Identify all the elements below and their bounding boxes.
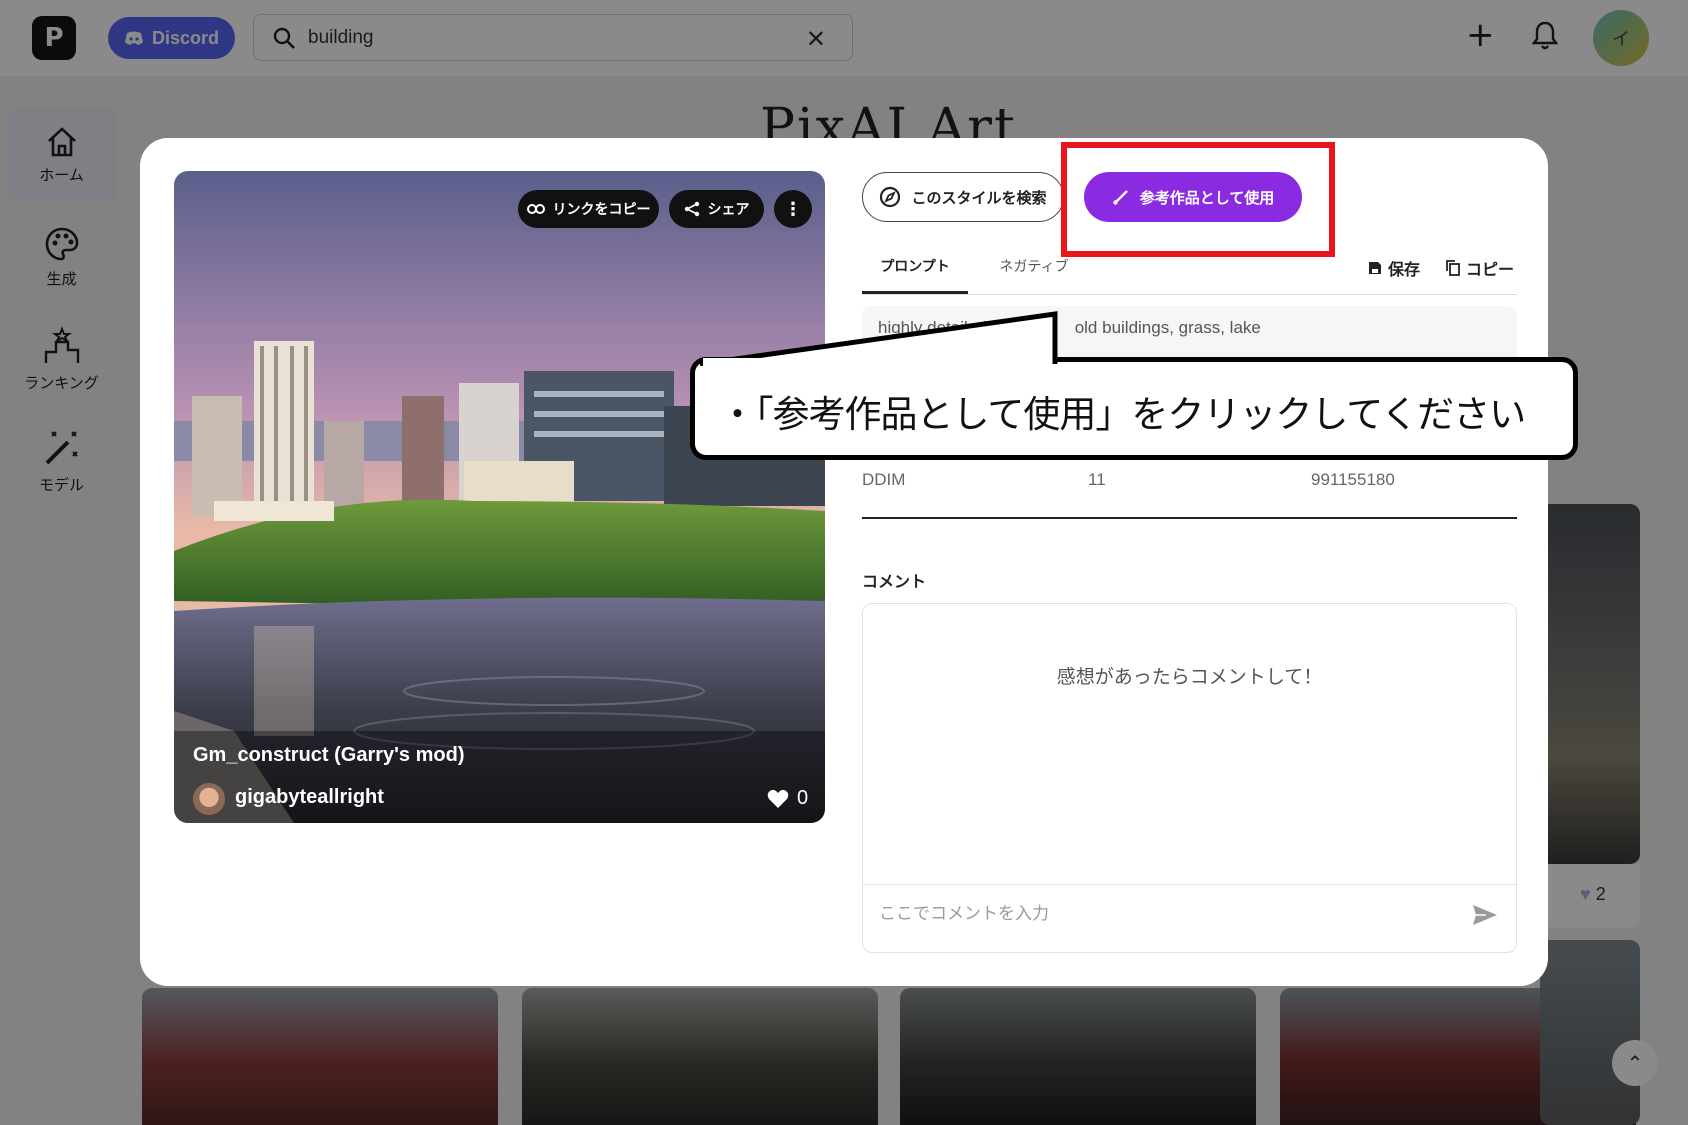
heart-icon [767, 789, 789, 808]
save-label: 保存 [1388, 260, 1421, 279]
copy-link-button[interactable]: リンクをコピー [518, 190, 659, 228]
save-icon [1369, 262, 1381, 274]
annotation-callout-pointer [700, 311, 1058, 366]
param-steps: 11 [1088, 470, 1106, 489]
save-prompt-button[interactable]: 保存 [1368, 256, 1420, 280]
compass-icon [880, 186, 901, 208]
comments-panel: 感想があったらコメントして！ [862, 603, 1517, 953]
artwork-title: Gm_construct (Garry's mod) [193, 744, 465, 766]
annotation-callout-text: ・「参考作品として使用」をクリックしてください [719, 393, 1526, 436]
param-sampler: DDIM [862, 470, 906, 489]
artwork-detail-modal: リンクをコピー シェア ⋮ Gm_construct (Garry's mod)… [140, 138, 1548, 986]
comments-heading: コメント [862, 572, 927, 591]
share-button[interactable]: シェア [669, 190, 764, 228]
search-this-style-button[interactable]: このスタイルを検索 [862, 172, 1064, 222]
comment-input[interactable] [879, 894, 1439, 934]
search-style-label: このスタイルを検索 [911, 188, 1047, 207]
like-button[interactable]: 0 [767, 787, 808, 810]
annotation-highlight-box [1061, 142, 1335, 257]
prompt-text-end: old buildings, grass, lake [1074, 318, 1261, 337]
comments-empty-message: 感想があったらコメントして！ [1056, 666, 1323, 688]
tab-prompt[interactable]: プロンプト [862, 256, 968, 294]
like-count: 0 [797, 787, 809, 809]
more-options-button[interactable]: ⋮ [774, 190, 812, 228]
artwork-image[interactable]: リンクをコピー シェア ⋮ Gm_construct (Garry's mod)… [174, 171, 825, 823]
share-label: シェア [707, 202, 750, 218]
share-icon [684, 201, 699, 217]
copy-prompt-button[interactable]: コピー [1446, 256, 1514, 280]
param-seed: 991155180 [1311, 470, 1395, 489]
copy-link-label: リンクをコピー [552, 202, 651, 218]
send-icon[interactable] [1472, 904, 1498, 926]
more-vertical-icon: ⋮ [784, 198, 802, 220]
params-divider [862, 517, 1517, 519]
link-icon [526, 204, 545, 214]
author-name[interactable]: gigabyteallright [235, 786, 384, 809]
comments-divider [863, 884, 1516, 885]
copy-icon [1446, 260, 1460, 276]
tab-divider [862, 294, 1517, 295]
copy-label: コピー [1466, 260, 1515, 279]
author-avatar[interactable] [193, 783, 225, 815]
annotation-callout: ・「参考作品として使用」をクリックしてください [690, 357, 1578, 460]
artwork-scene [174, 171, 825, 823]
tab-negative[interactable]: ネガティブ [984, 256, 1084, 294]
